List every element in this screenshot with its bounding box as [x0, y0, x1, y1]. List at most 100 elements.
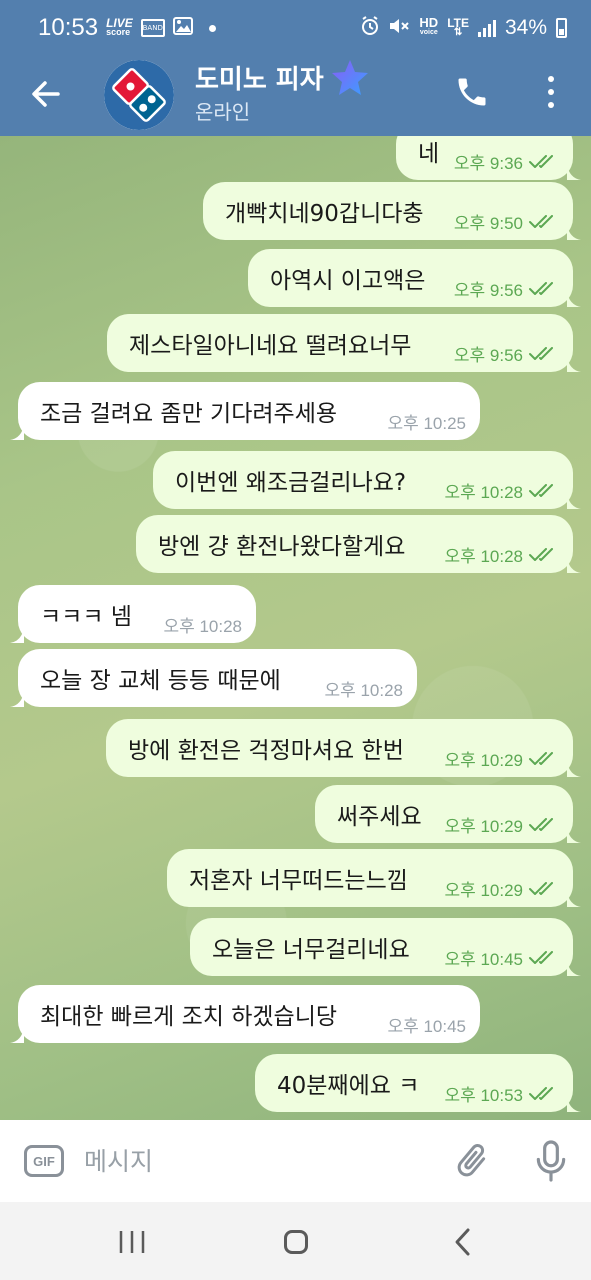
battery-icon	[556, 18, 567, 38]
gif-button[interactable]: GIF	[24, 1145, 64, 1177]
recent-apps-button[interactable]	[118, 1230, 146, 1254]
message-text: 최대한 빠르게 조치 하겠습니당	[40, 1004, 338, 1030]
call-button[interactable]	[454, 74, 490, 110]
message-time: 오후 10:29	[444, 751, 523, 770]
bubble-tail	[567, 1096, 581, 1112]
bubble-tail	[10, 1027, 24, 1043]
message-meta: 오후 10:28	[444, 542, 559, 567]
message-time: 오후 10:29	[444, 881, 523, 900]
double-check-icon	[529, 1086, 553, 1100]
dot-icon	[548, 75, 554, 82]
system-navigation-bar	[0, 1202, 591, 1280]
double-check-icon	[529, 751, 553, 765]
message-text: 개빡치네90갑니다충	[225, 201, 424, 227]
clock: 10:53	[38, 14, 99, 41]
bubble-tail	[567, 291, 581, 307]
message-text: 써주세요	[337, 804, 422, 830]
outgoing-message[interactable]: 제스타일아니네요 떨려요너무 오후 9:56	[107, 314, 581, 372]
chat-title[interactable]: 도미노 피자	[195, 58, 370, 96]
outgoing-message[interactable]: 저혼자 너무떠드는느낌오후 10:29	[167, 849, 581, 907]
outgoing-message[interactable]: 방엔 걍 환전나왔다할게요오후 10:28	[136, 515, 581, 573]
hd-voice-icon: HD voice	[419, 15, 439, 36]
outgoing-message[interactable]: 방에 환전은 걱정마셔요 한번오후 10:29	[106, 719, 581, 777]
double-check-icon	[529, 346, 553, 360]
message-text: 저혼자 너무떠드는느낌	[189, 868, 408, 894]
message-list[interactable]: 네 오후 9:36 개빡치네90갑니다충 오후 9:50 아역시 이고액은 오후 9:56…	[0, 136, 591, 1120]
message-input[interactable]	[84, 1142, 424, 1180]
back-button[interactable]	[28, 76, 64, 112]
message-time: 오후 10:45	[387, 1017, 466, 1036]
mute-icon	[388, 16, 410, 41]
microphone-icon	[536, 1140, 566, 1182]
chevron-left-icon	[455, 1228, 470, 1256]
bubble-tail	[567, 224, 581, 240]
message-meta: 오후 10:53	[444, 1081, 559, 1106]
dot-icon	[548, 88, 554, 95]
message-meta: 오후 10:28	[163, 612, 242, 637]
message-meta: 오후 9:56	[454, 341, 559, 366]
outgoing-message[interactable]: 오늘은 너무걸리네요 오후 10:45	[190, 918, 581, 976]
double-check-icon	[529, 817, 553, 831]
alarm-icon	[361, 15, 379, 41]
outgoing-message[interactable]: 40분째에요 ㅋ 오후 10:53	[255, 1054, 581, 1112]
chat-header: 도미노 피자 온라인	[0, 56, 591, 136]
bubble-tail	[567, 356, 581, 372]
premium-star-icon	[331, 60, 368, 95]
home-button[interactable]	[284, 1230, 308, 1254]
bubble-tail	[10, 627, 24, 643]
band-icon: BAND	[140, 19, 165, 37]
message-text: 방엔 걍 환전나왔다할게요	[158, 534, 406, 560]
message-time: 오후 10:29	[444, 817, 523, 836]
bubble-tail	[10, 691, 24, 707]
more-options-button[interactable]	[540, 72, 562, 112]
message-text: 오늘은 너무걸리네요	[212, 937, 410, 963]
double-check-icon	[529, 547, 553, 561]
system-back-button[interactable]	[452, 1227, 474, 1257]
message-time: 오후 9:36	[453, 154, 523, 173]
message-meta: 오후 10:29	[444, 876, 559, 901]
message-time: 오후 9:56	[453, 281, 523, 300]
double-check-icon	[529, 950, 553, 964]
avatar[interactable]	[104, 60, 174, 130]
outgoing-message[interactable]: 네 오후 9:36	[396, 136, 581, 180]
attach-button[interactable]	[452, 1140, 492, 1182]
message-text: 40분째에요 ㅋ	[277, 1073, 420, 1099]
message-time: 오후 10:25	[387, 414, 466, 433]
incoming-message[interactable]: ㅋㅋㅋ 넴 오후 10:28	[10, 585, 256, 643]
bubble-tail	[567, 891, 581, 907]
message-meta: 오후 9:56	[454, 276, 559, 301]
status-bar: 10:53 LIVE score BAND HD voice LTE ⇅ 34%	[0, 0, 591, 56]
message-text: 조금 걸려요 좀만 기다려주세용	[40, 401, 338, 427]
voice-record-button[interactable]	[532, 1138, 570, 1184]
message-meta: 오후 10:29	[444, 746, 559, 771]
message-text: 제스타일아니네요 떨려요너무	[129, 333, 412, 359]
incoming-message[interactable]: 조금 걸려요 좀만 기다려주세용오후 10:25	[10, 382, 480, 440]
message-time: 오후 10:28	[444, 483, 523, 502]
bubble-tail	[567, 827, 581, 843]
outgoing-message[interactable]: 써주세요오후 10:29	[315, 785, 581, 843]
message-text: 오늘 장 교체 등등 때문에	[40, 668, 281, 694]
message-text: 이번엔 왜조금걸리나요?	[175, 470, 407, 496]
outgoing-message[interactable]: 아역시 이고액은 오후 9:56	[248, 249, 581, 307]
battery-percent: 34%	[504, 16, 547, 39]
message-text: 방에 환전은 걱정마셔요 한번	[128, 738, 404, 764]
message-meta: 오후 10:29	[444, 812, 559, 837]
incoming-message[interactable]: 최대한 빠르게 조치 하겠습니당오후 10:45	[10, 985, 480, 1043]
double-check-icon	[529, 214, 553, 228]
double-check-icon	[529, 881, 553, 895]
signal-icon	[477, 19, 496, 37]
double-check-icon	[529, 483, 553, 497]
outgoing-message[interactable]: 개빡치네90갑니다충오후 9:50	[203, 182, 581, 240]
bubble-tail	[567, 164, 581, 180]
incoming-message[interactable]: 오늘 장 교체 등등 때문에 오후 10:28	[10, 649, 417, 707]
message-time: 오후 10:53	[444, 1086, 523, 1105]
notification-dot-icon	[208, 24, 216, 32]
message-input-bar: GIF	[0, 1120, 591, 1202]
outgoing-message[interactable]: 이번엔 왜조금걸리나요? 오후 10:28	[153, 451, 581, 509]
message-time: 오후 10:28	[444, 547, 523, 566]
paperclip-icon	[457, 1144, 486, 1177]
bubble-tail	[567, 761, 581, 777]
livescore-icon: LIVE score	[106, 16, 133, 37]
message-time: 오후 9:50	[453, 214, 523, 233]
message-meta: 오후 9:36	[454, 149, 559, 174]
